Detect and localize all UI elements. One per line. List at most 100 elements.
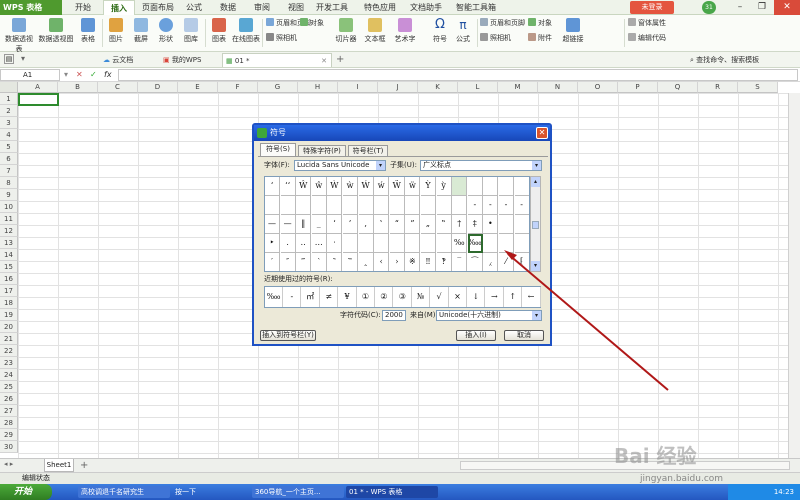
row-header[interactable]: 1 — [0, 93, 18, 105]
tab-symbols[interactable]: 符号(S) — [260, 143, 296, 156]
object-button[interactable]: 对象 — [300, 18, 324, 29]
insert-to-bar-button[interactable]: 插入到符号栏(Y) — [260, 330, 316, 341]
symbol-cell[interactable]: — — [280, 215, 296, 234]
notification-badge[interactable]: 31 — [702, 1, 716, 14]
symbol-cell[interactable]: „ — [421, 215, 436, 234]
symbol-cell[interactable]: ‟ — [436, 215, 452, 234]
dropdown-arrow-icon[interactable]: ▾ — [64, 69, 68, 81]
symbol-cell[interactable] — [389, 234, 405, 253]
symbol-grid-scrollbar[interactable]: ▴ ▾ — [530, 176, 541, 272]
recent-symbol-cell[interactable]: → — [486, 287, 504, 307]
recent-symbol-cell[interactable]: ↓ — [467, 287, 486, 307]
symbol-cell[interactable]: ⁄ — [499, 253, 514, 271]
wordart-button[interactable]: 艺术字 — [392, 17, 418, 49]
symbol-cell[interactable]: ‷ — [343, 253, 358, 271]
row-header[interactable]: 2 — [0, 105, 18, 117]
pivot-chart-button[interactable]: 数据透视图 — [38, 17, 74, 49]
symbol-cell[interactable]: † — [452, 215, 468, 234]
cancel-button[interactable]: 取消 — [504, 330, 544, 341]
row-header[interactable]: 28 — [0, 417, 18, 429]
row-header[interactable]: 17 — [0, 285, 18, 297]
tab-insert[interactable]: 插入 — [103, 0, 135, 15]
chevron-down-icon[interactable]: ▾ — [18, 54, 28, 64]
symbol-cell[interactable]: - — [467, 196, 483, 215]
hyperlink-button[interactable]: 超链接 — [560, 17, 586, 49]
column-header[interactable]: P — [618, 82, 658, 93]
task-wps[interactable]: 01 * - WPS 表格 — [346, 486, 438, 498]
symbol-cell[interactable]: ․ — [280, 234, 296, 253]
symbol-cell[interactable]: ‚ — [358, 215, 374, 234]
row-header[interactable]: 14 — [0, 249, 18, 261]
symbol-cell[interactable]: ‣ — [265, 234, 280, 253]
recent-symbol-cell[interactable]: × — [449, 287, 467, 307]
column-header[interactable]: I — [338, 82, 378, 93]
symbol-cell[interactable] — [358, 196, 374, 215]
symbol-cell[interactable]: ⁁ — [483, 253, 499, 271]
symbol-cell[interactable]: Ẅ — [389, 177, 405, 196]
symbol-cell[interactable] — [436, 196, 452, 215]
close-tab-icon[interactable]: ✕ — [321, 54, 327, 68]
symbol-cell[interactable]: ‖ — [296, 215, 312, 234]
row-header[interactable]: 15 — [0, 261, 18, 273]
symbol-cell[interactable]: ẅ — [405, 177, 421, 196]
symbol-cell[interactable]: ‽ — [437, 253, 452, 271]
row-header[interactable]: 18 — [0, 297, 18, 309]
vertical-scrollbar[interactable] — [788, 93, 800, 458]
symbol-cell[interactable]: ʻʻ — [280, 177, 296, 196]
symbol-cell[interactable] — [499, 215, 514, 234]
cancel-icon[interactable]: ✕ — [76, 69, 83, 81]
symbol-cell[interactable] — [514, 234, 529, 253]
symbol-cell[interactable]: - — [483, 196, 499, 215]
font-select[interactable]: Lucida Sans Unicode ▾ — [294, 160, 386, 171]
symbol-cell[interactable] — [483, 234, 499, 253]
row-header[interactable]: 12 — [0, 225, 18, 237]
symbol-cell[interactable]: “ — [389, 215, 405, 234]
column-header[interactable]: K — [418, 82, 458, 93]
camera-2[interactable]: 照相机 — [480, 33, 511, 44]
symbol-cell[interactable]: ‾ — [452, 253, 468, 271]
recent-symbol-cell[interactable]: ② — [375, 287, 394, 307]
row-header[interactable]: 26 — [0, 393, 18, 405]
symbol-cell[interactable] — [343, 196, 358, 215]
recent-symbol-cell[interactable]: № — [412, 287, 431, 307]
symbol-cell[interactable] — [311, 196, 327, 215]
column-header[interactable]: R — [698, 82, 738, 93]
symbol-cell[interactable] — [280, 196, 296, 215]
symbol-cell[interactable]: ※ — [405, 253, 421, 271]
tab-features[interactable]: 特色应用 — [360, 0, 400, 15]
sheet-tab-sheet1[interactable]: Sheet1 — [44, 459, 74, 472]
selected-cell-a1[interactable] — [18, 93, 59, 106]
tab-home[interactable]: 开始 — [66, 0, 100, 15]
symbol-cell[interactable]: ẁ — [343, 177, 358, 196]
minimize-button[interactable]: – — [730, 0, 750, 15]
column-header[interactable]: Q — [658, 82, 698, 93]
tab-formula[interactable]: 公式 — [180, 0, 208, 15]
tab-page-layout[interactable]: 页面布局 — [138, 0, 178, 15]
symbol-cell[interactable]: ⁅ — [515, 253, 529, 271]
row-header[interactable]: 22 — [0, 345, 18, 357]
start-button[interactable]: 开始 — [0, 484, 52, 500]
recent-symbol-cell[interactable]: - — [283, 287, 302, 307]
symbol-cell[interactable]: › — [390, 253, 405, 271]
tab-developer[interactable]: 开发工具 — [312, 0, 352, 15]
sheet-nav-arrows[interactable]: ◂ ▸ — [4, 460, 13, 468]
row-header[interactable]: 6 — [0, 153, 18, 165]
symbol-cell[interactable]: ‛ — [374, 215, 390, 234]
row-header[interactable]: 7 — [0, 165, 18, 177]
symbol-cell[interactable]: ⁀ — [468, 253, 483, 271]
char-code-input[interactable]: 2000 — [382, 310, 406, 321]
symbol-cell[interactable]: ẃ — [374, 177, 390, 196]
column-header[interactable]: S — [738, 82, 778, 93]
row-header[interactable]: 9 — [0, 189, 18, 201]
symbol-cell[interactable]: Ŵ — [296, 177, 312, 196]
login-button[interactable]: 未登录 — [630, 1, 674, 14]
symbol-cell[interactable] — [452, 177, 468, 196]
symbol-cell[interactable] — [405, 234, 421, 253]
symbol-cell[interactable]: ” — [405, 215, 421, 234]
symbol-cell[interactable]: _ — [311, 215, 327, 234]
symbol-cell[interactable] — [374, 196, 390, 215]
recent-symbol-cell[interactable]: ¥ — [339, 287, 357, 307]
symbol-cell[interactable]: ʻ — [265, 177, 280, 196]
recent-symbol-cell[interactable]: ‱ — [265, 287, 283, 307]
attachment-button[interactable]: 附件 — [528, 33, 552, 44]
